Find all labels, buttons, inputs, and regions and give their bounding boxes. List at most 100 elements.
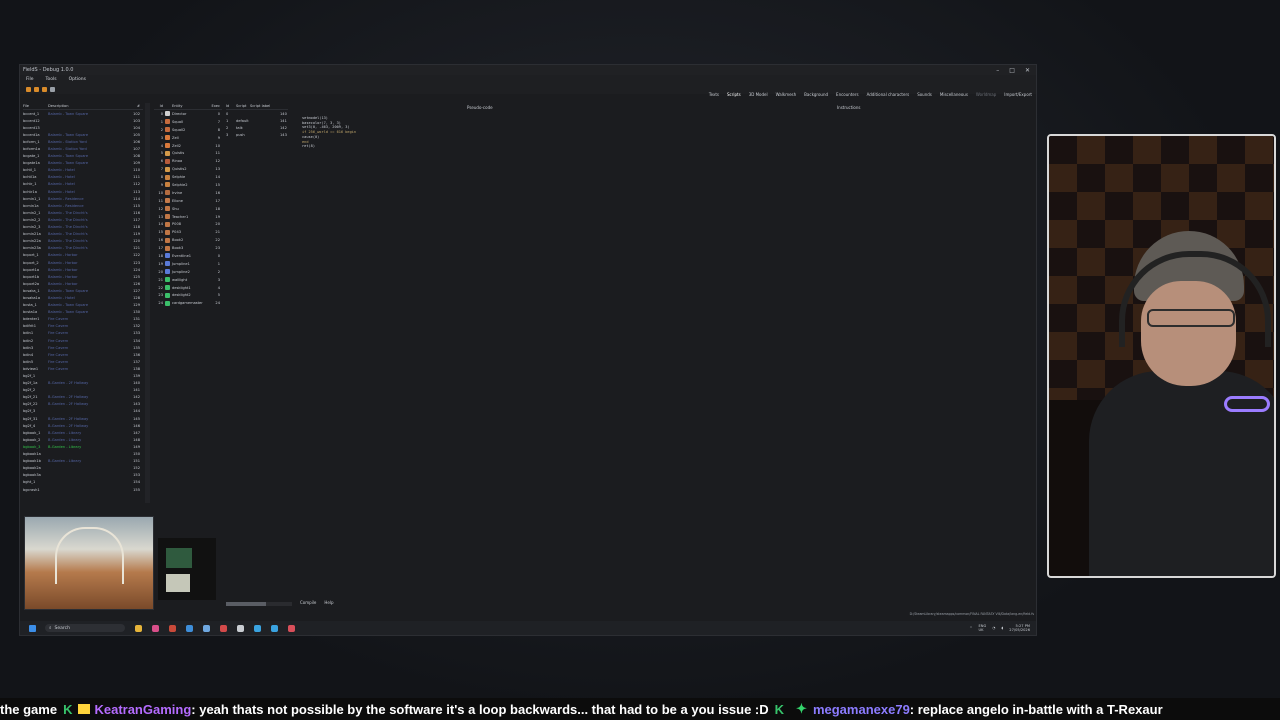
entity-row[interactable]: 15 P043 21 <box>154 228 222 236</box>
file-list-scrollbar[interactable] <box>145 103 150 503</box>
entity-row[interactable]: 14 P008 20 <box>154 220 222 228</box>
file-explorer-icon[interactable] <box>135 624 142 632</box>
entity-row[interactable]: 11 Ellone 17 <box>154 197 222 205</box>
entity-row[interactable]: 6 Rinoa 12 <box>154 157 222 165</box>
file-row[interactable]: bg2f_3 144 <box>23 408 143 415</box>
file-row[interactable]: bg2f_1 139 <box>23 372 143 379</box>
entity-row[interactable]: 12 Shu 18 <box>154 205 222 213</box>
tab-miscellaneous[interactable]: Miscellaneous <box>940 92 968 97</box>
file-row[interactable]: bccent_1 Balamb - Town Square 102 <box>23 110 143 117</box>
entity-row[interactable]: 13 Teacher1 19 <box>154 213 222 221</box>
menu-file[interactable]: File <box>26 77 34 82</box>
file-row[interactable]: bdin4 Fire Cavern 136 <box>23 351 143 358</box>
file-row[interactable]: bcport2a Balamb - Harbor 126 <box>23 280 143 287</box>
tab-import-export[interactable]: Import/Export <box>1004 92 1032 97</box>
entity-row[interactable]: 16 Book2 22 <box>154 236 222 244</box>
file-row[interactable]: bcsta_1 Balamb - Town Square 129 <box>23 302 143 309</box>
tab-additional-characters[interactable]: Additional characters <box>867 92 910 97</box>
file-row[interactable]: bght_1 154 <box>23 479 143 486</box>
script-row[interactable]: 0 140 <box>226 110 288 117</box>
col-file[interactable]: File <box>23 104 48 108</box>
app-icon[interactable] <box>220 624 227 632</box>
app-icon[interactable] <box>186 624 193 632</box>
tab-walkmesh[interactable]: Walkmesh <box>776 92 797 97</box>
file-row[interactable]: bcport_1 Balamb - Harbor 122 <box>23 252 143 259</box>
file-row[interactable]: bccent13 104 <box>23 124 143 131</box>
file-row[interactable]: bccent12 103 <box>23 117 143 124</box>
col-entity[interactable]: Entity <box>172 104 210 108</box>
file-row[interactable]: bg2f_31 B-Garden - 2F Hallway 145 <box>23 415 143 422</box>
file-row[interactable]: bg2f_22 B-Garden - 2F Hallway 143 <box>23 401 143 408</box>
file-row[interactable]: bcport_2 Balamb - Harbor 123 <box>23 259 143 266</box>
code-editor[interactable]: setmodel(13) basecolor(7, 3, 3) set3(0, -4… <box>302 116 356 149</box>
entity-row[interactable]: 21 walllight 3 <box>154 276 222 284</box>
tab-encounters[interactable]: Encounters <box>836 92 859 97</box>
script-row[interactable]: 3 push 143 <box>226 131 288 138</box>
taskbar-search[interactable]: ⌕ Search <box>45 624 125 632</box>
tab-texts[interactable]: Texts <box>709 92 719 97</box>
col-exec[interactable]: Exec <box>210 104 220 108</box>
entity-row[interactable]: 3 Zell 9 <box>154 134 222 142</box>
entity-row[interactable]: 19 Jumpline1 1 <box>154 260 222 268</box>
tab-background[interactable]: Background <box>804 92 828 97</box>
entity-row[interactable]: 22 desklight1 4 <box>154 284 222 292</box>
browser-icon[interactable] <box>254 624 261 632</box>
col-script-id[interactable]: Id <box>226 104 236 108</box>
file-row[interactable]: bcmin1_1 Balamb - Residence 114 <box>23 195 143 202</box>
toolbar-icon[interactable] <box>50 86 55 92</box>
file-row[interactable]: bdin5 Fire Cavern 137 <box>23 358 143 365</box>
file-row[interactable]: bdenter1 Fire Cavern 131 <box>23 316 143 323</box>
file-row[interactable]: bcgate_1 Balamb - Town Square 108 <box>23 153 143 160</box>
file-row[interactable]: bcsaka1a Balamb - Hotel 128 <box>23 294 143 301</box>
script-row[interactable]: 1 default 141 <box>226 117 288 124</box>
file-row[interactable]: bdin3 Fire Cavern 135 <box>23 344 143 351</box>
file-row[interactable]: bgcrash1 155 <box>23 486 143 493</box>
col-description[interactable]: Description <box>48 104 128 108</box>
entity-row[interactable]: 5 Quistis 11 <box>154 149 222 157</box>
close-icon[interactable]: ✕ <box>1025 67 1030 74</box>
file-row[interactable]: bchtl1a Balamb - Hotel 111 <box>23 174 143 181</box>
file-row[interactable]: bgbook3a 153 <box>23 472 143 479</box>
file-row[interactable]: bcmin21a Balamb - The Dincht's 119 <box>23 231 143 238</box>
file-row[interactable]: bgbook1b B-Garden - Library 151 <box>23 458 143 465</box>
file-row[interactable]: bcmin23a Balamb - The Dincht's 121 <box>23 245 143 252</box>
tab-scripts[interactable]: Scripts <box>727 92 741 97</box>
app-icon[interactable] <box>169 624 176 632</box>
file-row[interactable]: bcmin2_1 Balamb - The Dincht's 116 <box>23 209 143 216</box>
language-indicator[interactable]: ENG UK <box>978 624 986 632</box>
tab-sounds[interactable]: Sounds <box>917 92 932 97</box>
entity-row[interactable]: 10 Irvine 16 <box>154 189 222 197</box>
file-row[interactable]: bcform1a Balamb - Station Yard 107 <box>23 145 143 152</box>
file-row[interactable]: bg2f_1a B-Garden - 2F Hallway 140 <box>23 380 143 387</box>
file-row[interactable]: bcform_1 Balamb - Station Yard 106 <box>23 138 143 145</box>
help-button[interactable]: Help <box>324 600 333 605</box>
file-row[interactable]: bg2f_2 141 <box>23 387 143 394</box>
file-row[interactable]: bchtr_1 Balamb - Hotel 112 <box>23 181 143 188</box>
file-row[interactable]: bgbook_3 B-Garden - Library 149 <box>23 443 143 450</box>
file-row[interactable]: bcsta1a Balamb - Town Square 130 <box>23 309 143 316</box>
entity-row[interactable]: 17 Book3 23 <box>154 244 222 252</box>
chevron-up-icon[interactable]: ^ <box>969 626 972 630</box>
file-row[interactable]: bcsaka_1 Balamb - Town Square 127 <box>23 287 143 294</box>
entity-row[interactable]: 8 Selphie 14 <box>154 173 222 181</box>
file-row[interactable]: bcmin22a Balamb - The Dincht's 120 <box>23 238 143 245</box>
save-as-icon[interactable] <box>42 86 47 92</box>
compile-button[interactable]: Compile <box>300 600 316 605</box>
file-row[interactable]: bcmin2_2 Balamb - The Dincht's 117 <box>23 216 143 223</box>
wifi-icon[interactable]: ◔ <box>992 626 995 630</box>
script-row[interactable]: 2 talk 142 <box>226 124 288 131</box>
file-row[interactable]: bgbook1a 150 <box>23 451 143 458</box>
app-icon[interactable] <box>152 624 159 632</box>
app-icon[interactable] <box>271 624 278 632</box>
minimize-icon[interactable]: – <box>996 67 999 74</box>
entity-row[interactable]: 9 Selphie2 15 <box>154 181 222 189</box>
start-icon[interactable] <box>29 624 36 632</box>
horizontal-scrollbar[interactable] <box>226 602 292 606</box>
file-row[interactable]: bg2f_21 B-Garden - 2F Hallway 142 <box>23 394 143 401</box>
steam-icon[interactable] <box>203 624 210 632</box>
entity-row[interactable]: 0 Director 0 <box>154 110 222 118</box>
file-row[interactable]: bdifrit1 Fire Cavern 132 <box>23 323 143 330</box>
file-row[interactable]: bcmin2_3 Balamb - The Dincht's 118 <box>23 224 143 231</box>
col-script[interactable]: Script <box>236 104 250 108</box>
settings-icon[interactable] <box>237 624 244 632</box>
